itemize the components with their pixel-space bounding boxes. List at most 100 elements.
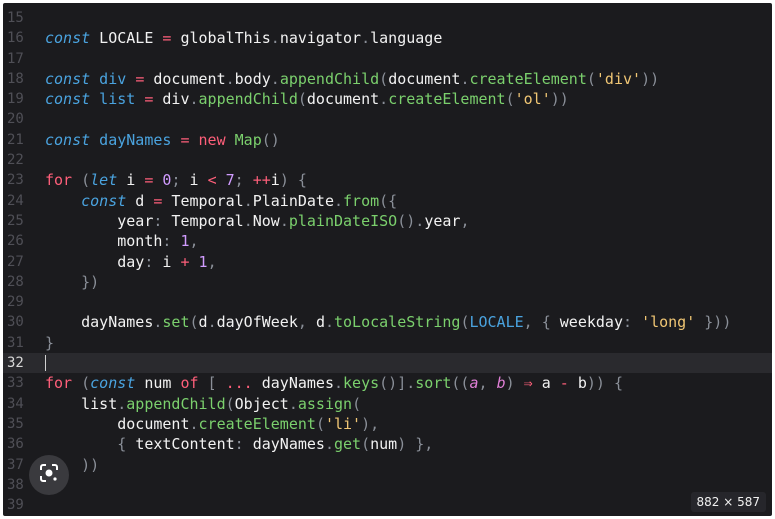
code-token: 'li' (324, 414, 362, 433)
code-line[interactable]: 25 year: Temporal.Now.plainDateISO().yea… (3, 211, 772, 231)
code-token: d (126, 191, 154, 210)
code-token: Now (252, 211, 280, 230)
code-line[interactable]: 27 day: i + 1, (3, 252, 772, 272)
code-token: - (559, 374, 569, 393)
code-line[interactable]: 23 for (let i = 0; i < 7; ++i) { (3, 170, 772, 190)
code-token: ( (352, 394, 362, 413)
code-token: )) { (586, 374, 623, 393)
code-line[interactable]: 19 const list = div.appendChild(document.… (3, 89, 772, 109)
code-token: globalThis (171, 29, 271, 48)
code-line[interactable]: 15 (3, 8, 772, 28)
code-token: const (45, 29, 91, 48)
code-token: ( (225, 394, 235, 413)
code-text: for (const num of [ ... dayNames.keys()]… (45, 373, 623, 393)
code-token: })) (695, 313, 732, 332)
code-text: const d = Temporal.PlainDate.from({ (45, 191, 397, 211)
code-token: num (370, 435, 398, 454)
code-token: 7 (216, 171, 235, 190)
line-number: 18 (7, 70, 24, 87)
code-line[interactable]: 16 const LOCALE = globalThis.navigator.la… (3, 28, 772, 48)
code-token: assign (297, 394, 353, 413)
code-token: const (45, 69, 91, 88)
code-token: keys (343, 374, 380, 393)
code-token: ({ (379, 191, 398, 210)
code-editor[interactable]: 15 16 const LOCALE = globalThis.navigator.… (3, 8, 772, 515)
text-cursor (45, 355, 46, 372)
code-line[interactable]: 30 dayNames.set(d.dayOfWeek, d.toLocaleS… (3, 312, 772, 332)
code-token: Temporal (162, 211, 244, 230)
code-token: plainDateISO (288, 211, 398, 230)
line-number: 34 (7, 395, 24, 412)
code-token: const (81, 191, 127, 210)
code-token: navigator (279, 29, 362, 48)
line-number: 36 (7, 436, 24, 453)
code-line[interactable]: 31} (3, 333, 772, 353)
code-token: div (90, 69, 136, 88)
code-token: ( (315, 414, 325, 433)
code-token: . (243, 211, 253, 230)
code-token: weekday (559, 313, 623, 332)
code-token: () (261, 130, 280, 149)
code-token: )) (641, 69, 660, 88)
code-token: : (623, 313, 642, 332)
code-text: { textContent: dayNames.get(num) }, (45, 434, 433, 454)
code-line[interactable]: 32 (3, 353, 772, 374)
code-token: new (189, 130, 226, 149)
code-token: createElement (388, 90, 506, 109)
code-line[interactable]: 22 (3, 150, 772, 170)
code-line[interactable]: 35 document.createElement('li'), (3, 414, 772, 434)
code-token: dayNames (45, 313, 154, 332)
line-number: 35 (7, 415, 24, 432)
code-token: . (189, 414, 199, 433)
code-token: a (469, 374, 479, 393)
code-line[interactable]: 39 (3, 495, 772, 515)
code-token: )) (550, 90, 569, 109)
lens-search-button[interactable] (29, 455, 69, 495)
code-token: , (478, 374, 497, 393)
code-line[interactable]: 26 month: 1, (3, 231, 772, 251)
code-token: , (297, 313, 316, 332)
code-token: . (279, 211, 289, 230)
code-token: ( (379, 69, 389, 88)
code-line[interactable]: 37 )) (3, 455, 772, 475)
code-line[interactable]: 36 { textContent: dayNames.get(num) }, (3, 434, 772, 454)
code-token: d (198, 313, 208, 332)
code-line[interactable]: 24 const d = Temporal.PlainDate.from({ (3, 191, 772, 211)
code-line[interactable]: 21 const dayNames = new Map() (3, 130, 772, 150)
code-token: year (424, 211, 461, 230)
code-token: get (334, 435, 362, 454)
code-line[interactable]: 33 for (const num of [ ... dayNames.keys(… (3, 373, 772, 393)
code-token: { (45, 435, 136, 454)
code-line[interactable]: 17 (3, 49, 772, 69)
code-token: for (45, 374, 73, 393)
code-token: list (90, 90, 145, 109)
code-line[interactable]: 28 }) (3, 272, 772, 292)
code-token: ) (505, 374, 524, 393)
code-token: . (117, 394, 127, 413)
code-text: day: i + 1, (45, 252, 216, 272)
code-token: set (162, 313, 190, 332)
code-text: document.createElement('li'), (45, 414, 379, 434)
code-line[interactable]: 34 list.appendChild(Object.assign( (3, 394, 772, 414)
code-token: const (90, 374, 136, 393)
code-token: dayNames (90, 130, 181, 149)
code-token: Temporal (162, 191, 244, 210)
code-line[interactable]: 20 (3, 109, 772, 129)
line-number: 26 (7, 233, 24, 250)
code-token: textContent (135, 435, 235, 454)
code-token: dayNames (252, 435, 325, 454)
code-token: day (45, 252, 145, 271)
code-token: . (270, 69, 280, 88)
code-token: ++ (243, 171, 271, 190)
code-token: d (315, 313, 325, 332)
code-token: = (180, 130, 190, 149)
code-line[interactable]: 18 const div = document.body.appendChild(… (3, 69, 772, 89)
code-token: b (568, 374, 587, 393)
code-token: < (207, 171, 217, 190)
code-token: ( (72, 171, 91, 190)
code-token: . (361, 29, 371, 48)
code-line[interactable]: 38} (3, 475, 772, 495)
code-token: . (324, 435, 334, 454)
code-line[interactable]: 29 (3, 292, 772, 312)
